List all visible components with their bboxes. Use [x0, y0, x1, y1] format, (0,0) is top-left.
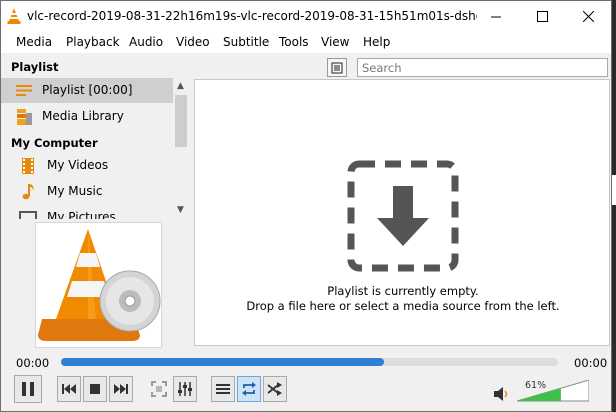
minimize-icon	[490, 16, 501, 17]
playlist-toggle-icon	[216, 384, 230, 394]
vlc-cone-icon	[7, 8, 21, 24]
vlc-cone-disc-artwork	[38, 229, 161, 341]
loop-button[interactable]	[237, 376, 261, 402]
scroll-down-arrow-icon[interactable]: ▼	[173, 202, 188, 218]
playlist-section-header: Playlist	[11, 60, 59, 74]
seek-progress-fill	[61, 358, 385, 366]
empty-playlist-message: Playlist is currently empty.	[327, 284, 479, 298]
toggle-playlist-button[interactable]	[211, 376, 235, 402]
minimize-button[interactable]	[473, 1, 519, 31]
seek-slider[interactable]	[61, 358, 558, 366]
album-art	[35, 222, 162, 348]
my-computer-section-header: My Computer	[11, 136, 98, 150]
fullscreen-icon	[151, 381, 167, 397]
sidebar-item-my-videos[interactable]: My Videos	[1, 153, 173, 178]
maximize-button[interactable]	[519, 1, 565, 31]
stop-button[interactable]	[83, 376, 107, 402]
menu-view[interactable]: View	[321, 35, 349, 49]
previous-button[interactable]	[57, 376, 81, 402]
loop-icon	[242, 382, 256, 396]
close-icon	[582, 10, 594, 22]
menu-audio[interactable]: Audio	[129, 35, 163, 49]
stop-icon	[90, 384, 100, 394]
drop-hint-message: Drop a file here or select a media sourc…	[246, 299, 560, 313]
menu-video[interactable]: Video	[176, 35, 210, 49]
sidebar-item-label: My Music	[47, 184, 103, 198]
sidebar-item-my-pictures[interactable]: My Pictures	[1, 205, 173, 219]
menu-bar: Media Playback Audio Video Subtitle Tool…	[1, 31, 611, 53]
sidebar-item-playlist[interactable]: Playlist [00:00]	[1, 78, 173, 103]
window-title: vlc-record-2019-08-31-22h16m19s-vlc-reco…	[27, 9, 477, 23]
pause-button[interactable]	[14, 375, 42, 403]
close-button[interactable]	[565, 1, 611, 31]
menu-tools[interactable]: Tools	[279, 35, 309, 49]
total-time: 00:00	[574, 356, 608, 370]
sidebar-item-my-music[interactable]: My Music	[1, 179, 173, 204]
sidebar-item-label: My Videos	[47, 158, 109, 172]
music-note-icon	[22, 184, 34, 200]
vlc-window: vlc-record-2019-08-31-22h16m19s-vlc-reco…	[0, 0, 612, 412]
playlist-drop-area[interactable]: Playlist is currently empty. Drop a file…	[194, 79, 610, 346]
sidebar-item-label: Media Library	[42, 109, 124, 123]
maximize-icon	[536, 10, 548, 22]
sidebar-item-label: Playlist [00:00]	[42, 83, 133, 97]
extended-settings-button[interactable]	[173, 376, 197, 402]
sidebar-item-media-library[interactable]: Media Library	[1, 104, 173, 129]
volume-speaker-icon[interactable]	[494, 387, 510, 401]
playlist-view-toggle-button[interactable]	[327, 58, 347, 77]
media-library-icon	[17, 109, 32, 125]
title-bar[interactable]: vlc-record-2019-08-31-22h16m19s-vlc-reco…	[1, 1, 611, 31]
film-icon	[22, 158, 34, 174]
pause-icon	[22, 382, 34, 396]
scroll-thumb[interactable]	[175, 95, 187, 147]
menu-playback[interactable]: Playback	[66, 35, 120, 49]
pictures-icon	[19, 211, 37, 219]
volume-percent: 61%	[525, 380, 547, 391]
menu-subtitle[interactable]: Subtitle	[223, 35, 269, 49]
drop-arrow-icon	[347, 160, 459, 272]
elapsed-time: 00:00	[16, 356, 50, 370]
shuffle-button[interactable]	[263, 376, 287, 402]
menu-help[interactable]: Help	[363, 35, 390, 49]
shuffle-icon	[267, 382, 282, 396]
sidebar-item-label: My Pictures	[47, 210, 116, 219]
scroll-up-arrow-icon[interactable]: ▲	[173, 78, 188, 94]
sidebar-scrollbar[interactable]: ▲ ▼	[173, 78, 188, 220]
next-button[interactable]	[109, 376, 133, 402]
list-view-icon	[331, 62, 343, 73]
fullscreen-button[interactable]	[147, 376, 171, 402]
playlist-icon	[16, 85, 32, 96]
menu-media[interactable]: Media	[16, 35, 52, 49]
next-icon	[114, 384, 128, 394]
search-input[interactable]	[357, 58, 608, 77]
previous-icon	[62, 384, 76, 394]
equalizer-icon	[178, 382, 192, 396]
